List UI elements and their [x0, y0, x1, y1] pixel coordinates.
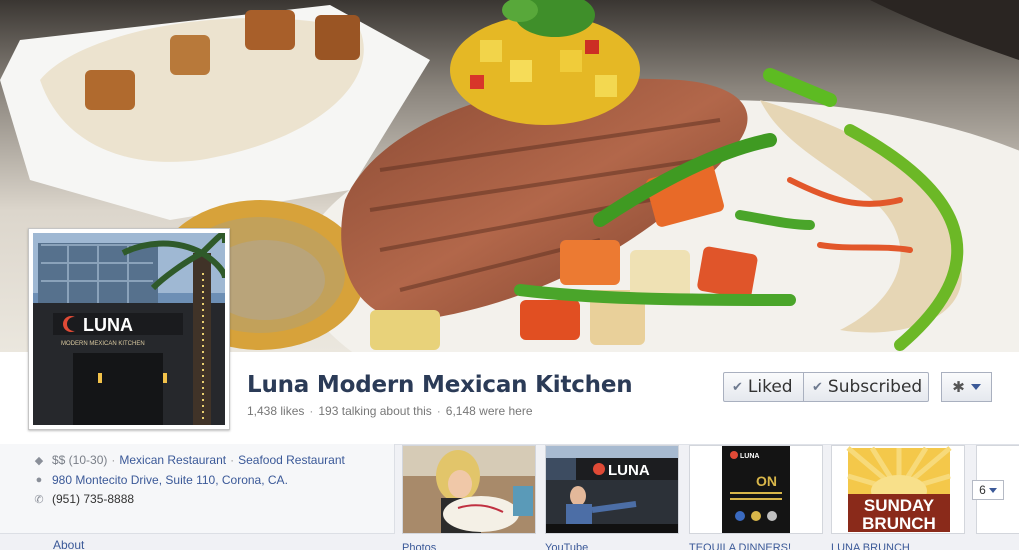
profile-logo-subtext: MODERN MEXICAN KITCHEN [61, 341, 145, 347]
check-icon: ✔ [812, 379, 823, 395]
separator-dot: · [230, 453, 235, 467]
subscribed-button[interactable]: ✔ Subscribed [803, 372, 929, 402]
brunch-line2: BRUNCH [862, 514, 936, 533]
subscribed-label: Subscribed [827, 377, 923, 397]
liked-label: Liked [747, 377, 793, 397]
brunch-line1: SUNDAY [864, 496, 935, 515]
location-pin-icon: ● [35, 474, 43, 486]
separator-dot: · [436, 404, 441, 418]
info-category-row: ◆ $$ (10-30) · Mexican Restaurant · Seaf… [33, 453, 345, 467]
address-link[interactable]: 980 Montecito Drive, Suite 110, Corona, … [52, 473, 288, 487]
app-label-tequila-dinners[interactable]: TEQUILA DINNERS! [689, 542, 791, 550]
apps-count: 6 [979, 483, 986, 497]
photos-thumbnail [403, 446, 535, 533]
check-icon: ✔ [732, 379, 743, 395]
phone-icon: ✆ [34, 493, 44, 506]
gear-icon: ✱ [952, 378, 965, 396]
profile-logo-text: LUNA [83, 315, 133, 335]
phone-number: (951) 735-8888 [52, 492, 135, 506]
info-address-row: ● 980 Montecito Drive, Suite 110, Corona… [33, 473, 288, 487]
separator-dot: · [111, 453, 116, 467]
info-phone-row: ✆ (951) 735-8888 [33, 492, 134, 506]
app-label-luna-brunch[interactable]: LUNA BRUNCH [831, 542, 910, 550]
app-label-photos[interactable]: Photos [402, 542, 436, 550]
separator-dot: · [309, 404, 314, 418]
profile-picture[interactable]: LUNA MODERN MEXICAN KITCHEN [28, 228, 230, 430]
app-tile-luna-brunch[interactable]: SUNDAY BRUNCH [831, 445, 965, 534]
page-stats: 1,438 likes · 193 talking about this · 6,148… [247, 404, 533, 418]
tequila-logo-text: LUNA [740, 453, 759, 460]
luna-brunch-thumbnail: SUNDAY BRUNCH [832, 446, 964, 533]
category-link[interactable]: Seafood Restaurant [238, 453, 345, 467]
restaurant-building-image: LUNA MODERN MEXICAN KITCHEN [33, 233, 225, 425]
were-here-count[interactable]: 6,148 were here [446, 404, 533, 418]
app-tile-youtube[interactable]: LUNA [545, 445, 679, 534]
tag-icon: ◆ [34, 454, 44, 467]
youtube-thumbnail: LUNA [546, 446, 678, 533]
page-title[interactable]: Luna Modern Mexican Kitchen [247, 372, 633, 398]
app-tile-tequila-dinners[interactable]: LUNA ON [689, 445, 823, 534]
app-label-youtube[interactable]: YouTube [545, 542, 588, 550]
apps-count-dropdown[interactable]: 6 [972, 480, 1004, 500]
category-link[interactable]: Mexican Restaurant [119, 453, 226, 467]
talking-about-count[interactable]: 193 talking about this [318, 404, 431, 418]
tequila-dinners-thumbnail: LUNA ON [690, 446, 822, 533]
price-range: $$ (10-30) [52, 453, 108, 467]
settings-dropdown-button[interactable]: ✱ [941, 372, 992, 402]
app-tile-photos[interactable] [402, 445, 536, 534]
tequila-poster-word: ON [756, 473, 777, 489]
liked-button[interactable]: ✔ Liked [723, 372, 804, 402]
chevron-down-icon [970, 384, 981, 390]
youtube-logo-text: LUNA [608, 462, 650, 479]
chevron-down-icon [988, 487, 997, 493]
likes-count[interactable]: 1,438 likes [247, 404, 304, 418]
about-link[interactable]: About [53, 538, 84, 550]
